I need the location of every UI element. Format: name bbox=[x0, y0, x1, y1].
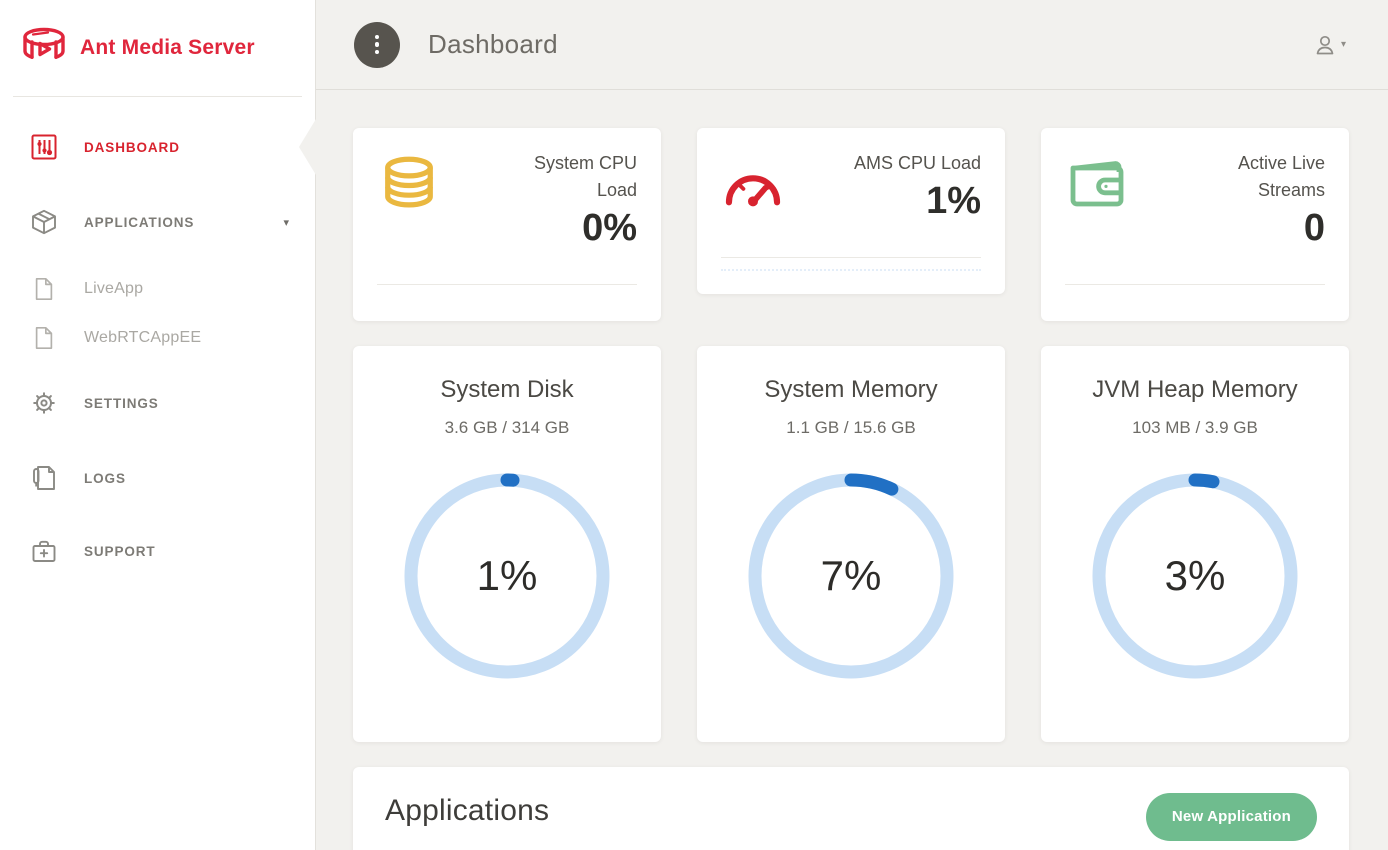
sidebar-item-label: SETTINGS bbox=[84, 396, 159, 411]
sidebar-item-label: LOGS bbox=[84, 471, 126, 486]
chevron-down-icon[interactable]: ▾ bbox=[283, 216, 289, 229]
gauge-percent-label: 7% bbox=[748, 473, 954, 679]
top-header: Dashboard ▾ bbox=[316, 0, 1388, 90]
main-area: Dashboard ▾ System CPU Load 0% bbox=[316, 0, 1388, 850]
active-item-notch bbox=[299, 119, 316, 175]
system-cpu-load-card: System CPU Load 0% bbox=[353, 128, 661, 321]
sidebar-item-label: DASHBOARD bbox=[84, 140, 180, 155]
wallet-icon bbox=[1065, 158, 1129, 210]
stat-title: System CPU Load bbox=[505, 150, 637, 204]
sidebar-item-liveapp[interactable]: LiveApp bbox=[0, 265, 315, 313]
user-icon bbox=[1313, 33, 1337, 57]
stat-title: AMS CPU Load bbox=[811, 150, 981, 177]
sidebar-item-label: LiveApp bbox=[84, 280, 143, 298]
user-menu[interactable]: ▾ bbox=[1313, 33, 1346, 57]
sidebar-item-support[interactable]: SUPPORT bbox=[0, 527, 315, 575]
database-icon bbox=[377, 154, 441, 212]
gauge-percent-label: 1% bbox=[404, 473, 610, 679]
file-icon bbox=[33, 326, 55, 350]
gauge-title: JVM Heap Memory bbox=[1041, 376, 1349, 404]
sidebar-item-dashboard[interactable]: DASHBOARD bbox=[0, 123, 315, 171]
sidebar-item-logs[interactable]: LOGS bbox=[0, 454, 315, 502]
brand-logo[interactable]: Ant Media Server bbox=[0, 0, 315, 96]
gauge-title: System Disk bbox=[353, 376, 661, 404]
gauge-title: System Memory bbox=[697, 376, 1005, 404]
donut-gauge: 3% bbox=[1092, 473, 1298, 679]
sidebar-nav: DASHBOARD APPLICATIONS ▾ LiveApp WebRTCA… bbox=[0, 97, 315, 575]
gauge-percent-label: 3% bbox=[1092, 473, 1298, 679]
divider bbox=[721, 257, 981, 258]
dashboard-content: System CPU Load 0% AMS CPU Load 1% bbox=[316, 90, 1388, 850]
sidebar-item-label: SUPPORT bbox=[84, 544, 156, 559]
ant-media-logo-icon bbox=[20, 26, 68, 70]
applications-title: Applications bbox=[385, 793, 549, 829]
donut-gauge: 1% bbox=[404, 473, 610, 679]
kebab-menu-icon[interactable] bbox=[354, 22, 400, 68]
stat-value: 0% bbox=[505, 206, 637, 252]
stat-value: 0 bbox=[1193, 206, 1325, 252]
package-box-icon bbox=[30, 208, 58, 236]
sidebar-item-label: WebRTCAppEE bbox=[84, 329, 201, 347]
sidebar-item-applications[interactable]: APPLICATIONS ▾ bbox=[0, 198, 315, 246]
new-application-button[interactable]: New Application bbox=[1146, 793, 1317, 841]
jvm-heap-memory-card: JVM Heap Memory 103 MB / 3.9 GB 3% bbox=[1041, 346, 1349, 742]
log-document-icon bbox=[30, 464, 58, 492]
first-aid-kit-icon bbox=[30, 537, 58, 565]
brand-name: Ant Media Server bbox=[80, 36, 255, 60]
system-memory-card: System Memory 1.1 GB / 15.6 GB 7% bbox=[697, 346, 1005, 742]
sidebar-item-settings[interactable]: SETTINGS bbox=[0, 379, 315, 427]
sidebar-item-label: APPLICATIONS bbox=[84, 215, 194, 230]
stat-title: Active Live Streams bbox=[1193, 150, 1325, 204]
applications-section: Applications New Application bbox=[353, 767, 1349, 850]
gauge-icon bbox=[721, 160, 785, 210]
ams-cpu-load-card: AMS CPU Load 1% bbox=[697, 128, 1005, 294]
dashboard-sliders-icon bbox=[30, 133, 58, 161]
page-title: Dashboard bbox=[428, 29, 558, 60]
file-icon bbox=[33, 277, 55, 301]
active-live-streams-card: Active Live Streams 0 bbox=[1041, 128, 1349, 321]
gauge-subtitle: 1.1 GB / 15.6 GB bbox=[697, 418, 1005, 438]
donut-gauge: 7% bbox=[748, 473, 954, 679]
gauge-subtitle: 103 MB / 3.9 GB bbox=[1041, 418, 1349, 438]
chevron-down-icon: ▾ bbox=[1341, 39, 1346, 50]
stat-value: 1% bbox=[811, 179, 981, 225]
system-disk-card: System Disk 3.6 GB / 314 GB 1% bbox=[353, 346, 661, 742]
gear-icon bbox=[30, 389, 58, 417]
gauge-subtitle: 3.6 GB / 314 GB bbox=[353, 418, 661, 438]
sidebar: Ant Media Server DASHBOARD APPLICATIONS … bbox=[0, 0, 316, 850]
sidebar-item-webrtcappee[interactable]: WebRTCAppEE bbox=[0, 314, 315, 362]
